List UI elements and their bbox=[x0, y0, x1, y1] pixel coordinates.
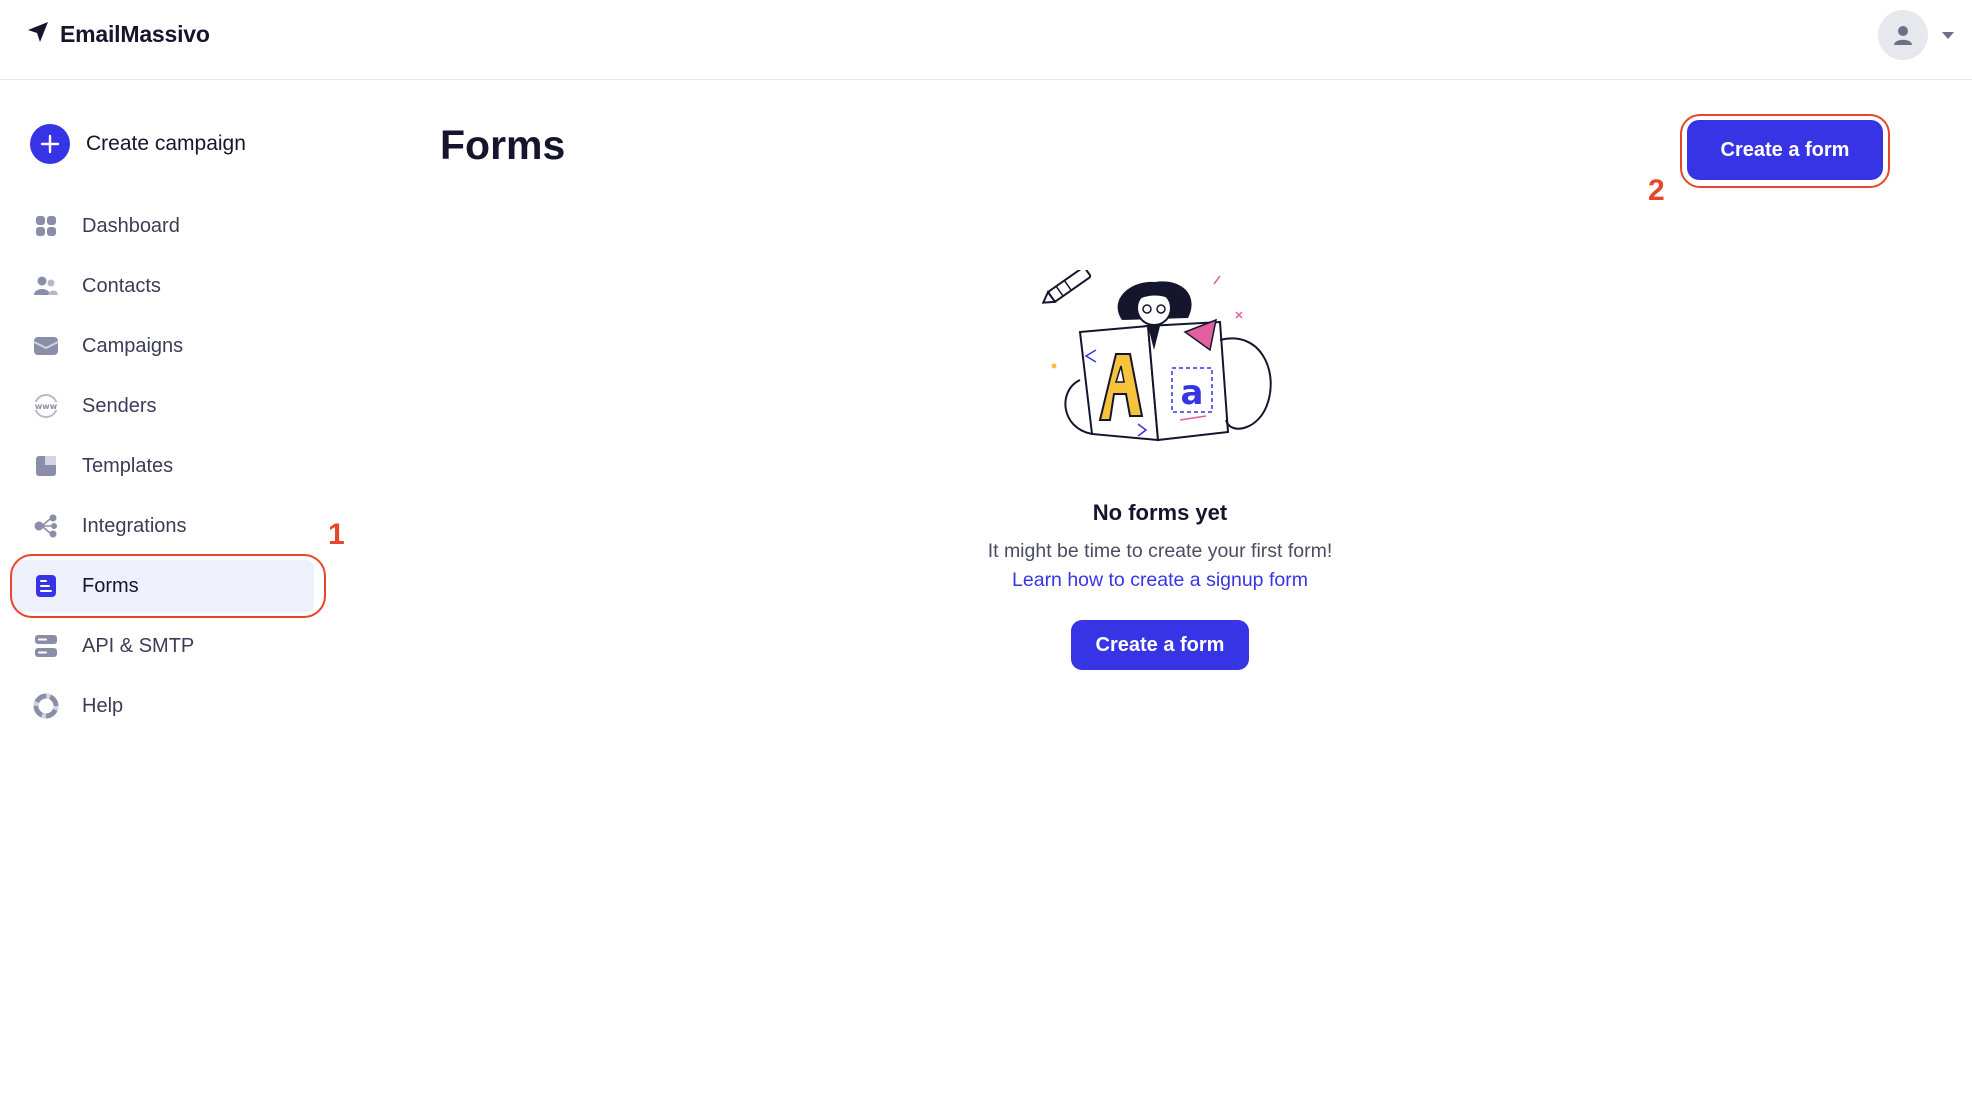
annotation-highlight-forms bbox=[10, 554, 326, 618]
sidebar-item-integrations[interactable]: Integrations bbox=[12, 500, 314, 552]
www-icon: www bbox=[32, 392, 60, 420]
sidebar-item-campaigns[interactable]: Campaigns bbox=[12, 320, 314, 372]
account-menu[interactable] bbox=[1878, 10, 1954, 60]
brand-logo[interactable]: EmailMassivo bbox=[26, 20, 210, 49]
sidebar-item-label: API & SMTP bbox=[82, 634, 195, 657]
page-title: Forms bbox=[440, 122, 566, 168]
sidebar-item-templates[interactable]: Templates bbox=[12, 440, 314, 492]
sidebar-item-dashboard[interactable]: Dashboard bbox=[12, 200, 314, 252]
empty-state-title: No forms yet bbox=[1092, 500, 1228, 525]
server-icon bbox=[32, 632, 60, 660]
create-form-button[interactable]: Create a form bbox=[1687, 120, 1883, 180]
sidebar-item-contacts[interactable]: Contacts bbox=[12, 260, 314, 312]
create-campaign-label: Create campaign bbox=[86, 132, 246, 155]
empty-state-create-form-button[interactable]: Create a form bbox=[1071, 620, 1249, 670]
plus-icon bbox=[30, 124, 70, 164]
templates-icon bbox=[32, 452, 60, 480]
contacts-icon bbox=[32, 272, 60, 300]
sidebar-item-api-smtp[interactable]: API & SMTP bbox=[12, 620, 314, 672]
sidebar-item-help[interactable]: Help bbox=[12, 680, 314, 732]
user-icon[interactable] bbox=[1878, 10, 1928, 60]
integrations-icon bbox=[32, 512, 60, 540]
empty-state: a No forms yet It might be time to creat… bbox=[860, 266, 1460, 670]
campaigns-icon bbox=[32, 332, 60, 360]
sidebar-nav: Dashboard Contacts Campaigns www Senders… bbox=[12, 200, 314, 740]
sidebar-item-label: Templates bbox=[82, 454, 174, 477]
paper-plane-icon bbox=[26, 20, 50, 49]
sidebar-item-label: Integrations bbox=[82, 514, 187, 537]
signup-form-help-link[interactable]: Learn how to create a signup form bbox=[1012, 569, 1308, 592]
brand-name: EmailMassivo bbox=[60, 21, 210, 47]
svg-text:a: a bbox=[1181, 373, 1204, 413]
sidebar-item-label: Contacts bbox=[82, 274, 161, 297]
caret-down-icon[interactable] bbox=[1942, 31, 1954, 39]
lifebuoy-icon bbox=[32, 692, 60, 720]
svg-text:www: www bbox=[35, 402, 58, 411]
sidebar-item-label: Dashboard bbox=[82, 214, 180, 237]
create-campaign-button[interactable]: Create campaign bbox=[30, 124, 246, 164]
sidebar-item-label: Help bbox=[82, 694, 124, 717]
top-bar: EmailMassivo bbox=[0, 0, 1972, 80]
sidebar-item-label: Campaigns bbox=[82, 334, 184, 357]
empty-state-text: It might be time to create your first fo… bbox=[987, 540, 1333, 562]
dashboard-icon bbox=[32, 212, 60, 240]
sidebar-item-label: Senders bbox=[82, 394, 157, 417]
annotation-step-1: 1 bbox=[328, 518, 345, 551]
empty-state-illustration: a bbox=[1030, 266, 1290, 460]
annotation-step-2: 2 bbox=[1648, 174, 1665, 207]
sidebar-item-senders[interactable]: www Senders bbox=[12, 380, 314, 432]
